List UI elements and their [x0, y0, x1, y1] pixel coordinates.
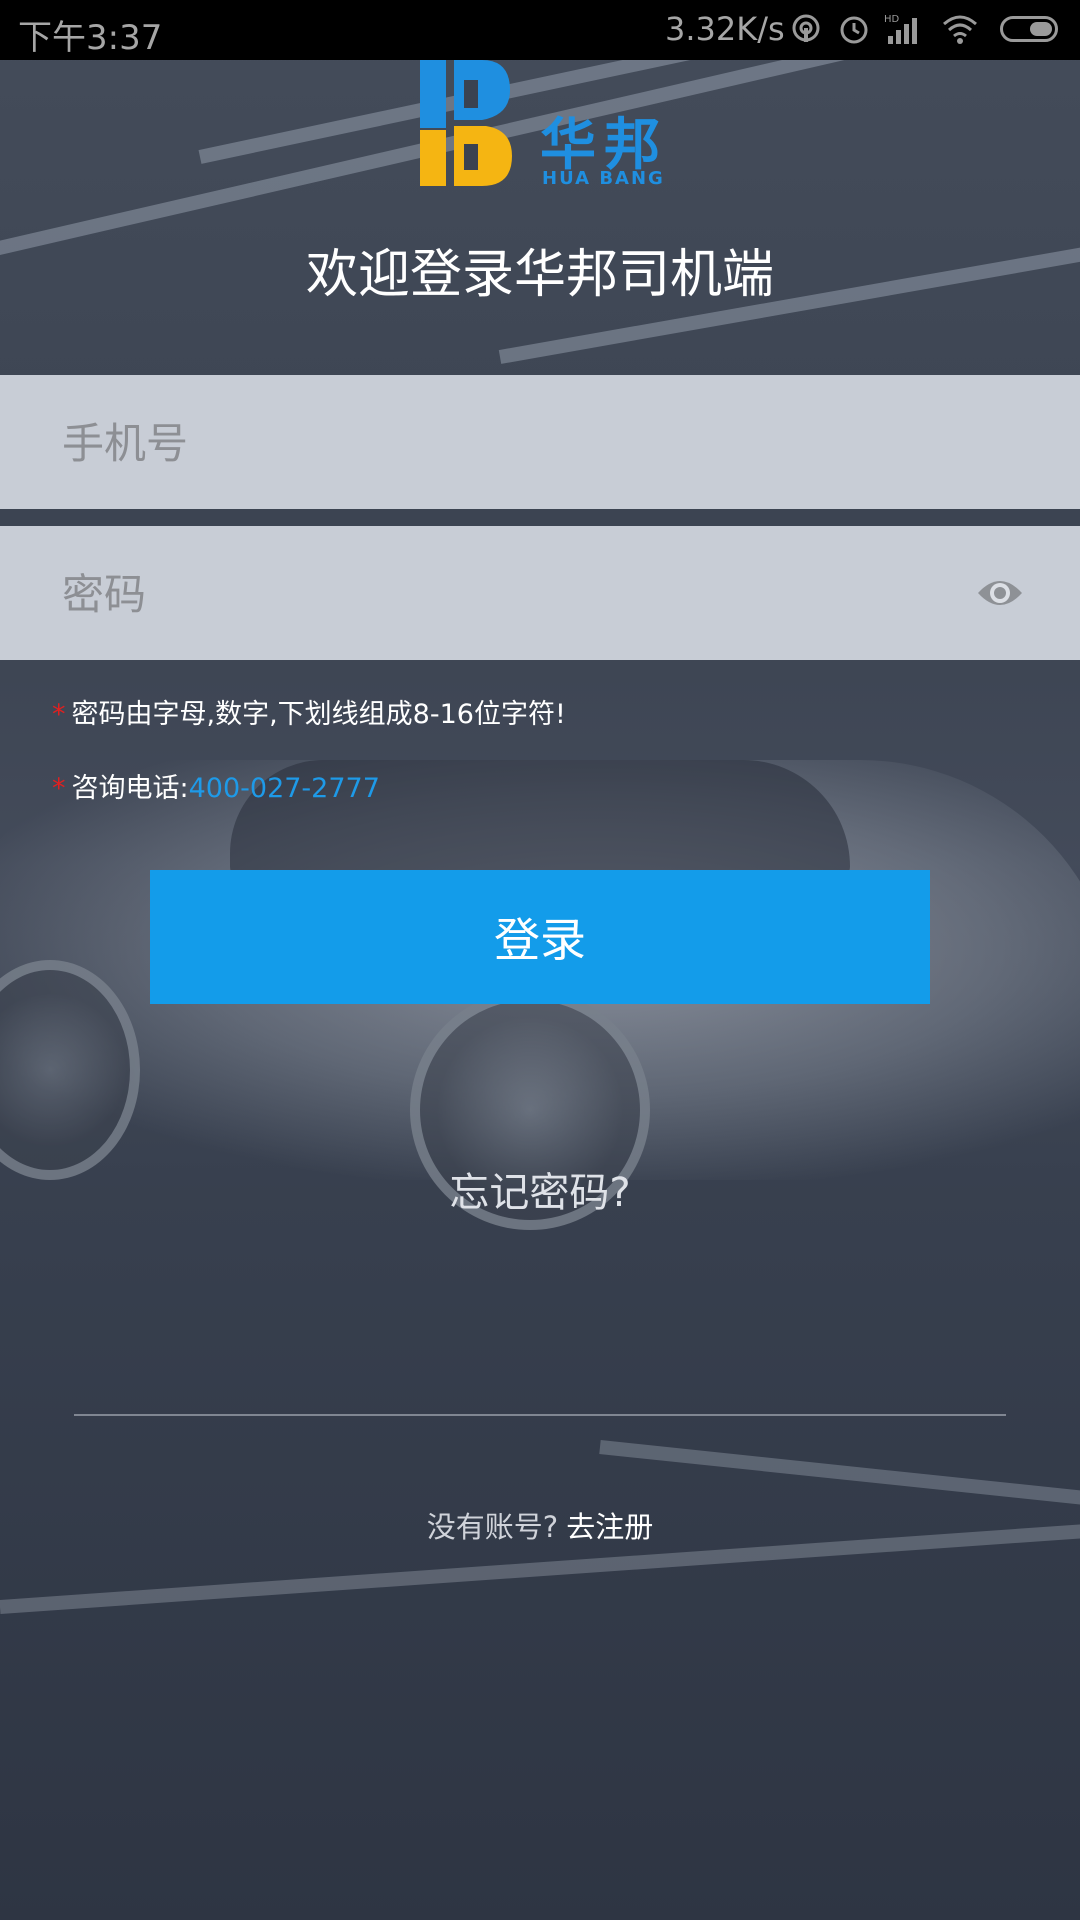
- phone-input-row: [0, 375, 1080, 511]
- divider: [74, 1414, 1006, 1416]
- password-rule-text: 密码由字母,数字,下划线组成8-16位字符!: [71, 699, 566, 730]
- hotspot-icon: [788, 12, 824, 48]
- required-mark: *: [52, 773, 66, 804]
- register-prompt: 没有账号?: [426, 1510, 559, 1544]
- password-input[interactable]: [60, 526, 944, 662]
- phone-input[interactable]: [60, 375, 944, 511]
- signal-hd-icon: HD: [884, 12, 920, 48]
- required-mark: *: [52, 699, 66, 730]
- password-input-row: [0, 526, 1080, 662]
- logo: 华邦 HUA BANG: [420, 60, 670, 190]
- network-speed: 3.32K/s: [665, 10, 785, 48]
- hotline-label: 咨询电话:: [71, 773, 189, 804]
- logo-mark: [420, 60, 512, 186]
- register-link[interactable]: 去注册: [566, 1510, 653, 1544]
- eye-icon[interactable]: [975, 571, 1025, 615]
- welcome-title: 欢迎登录华邦司机端: [305, 245, 774, 305]
- hotline-hint: * 咨询电话:400-027-2777: [52, 766, 380, 805]
- register-row: 没有账号? 去注册: [0, 1504, 1080, 1546]
- hotline-number-link[interactable]: 400-027-2777: [189, 773, 380, 804]
- svg-text:HD: HD: [884, 14, 900, 25]
- wifi-icon: [940, 12, 977, 48]
- password-rule-hint: * 密码由字母,数字,下划线组成8-16位字符!: [52, 692, 566, 731]
- logo-brand-en: HUA BANG: [542, 168, 665, 189]
- login-button[interactable]: 登录: [150, 870, 930, 1004]
- battery-icon: [1000, 16, 1058, 42]
- forgot-password-link[interactable]: 忘记密码?: [0, 1160, 1080, 1218]
- status-bar: 下午3:37 3.32K/s HD: [0, 0, 1080, 60]
- alarm-icon: [836, 12, 872, 48]
- status-time: 下午3:37: [18, 18, 163, 58]
